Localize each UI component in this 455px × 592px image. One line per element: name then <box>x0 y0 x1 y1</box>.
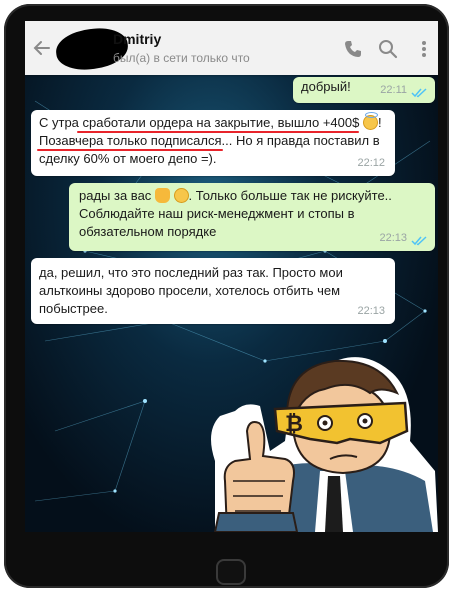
message-outgoing[interactable]: добрый! 22:11 <box>293 77 435 103</box>
chat-screen: Dmitriy был(а) в сети только что добрый!… <box>25 21 438 532</box>
message-line: С утра сработали ордера на закрытие, выш… <box>39 112 382 130</box>
bitcoin-man-sticker: ₿ <box>211 357 438 532</box>
message-line: обязательном порядке <box>79 224 217 239</box>
chat-header: Dmitriy был(а) в сети только что <box>25 21 438 75</box>
message-time: 22:13 <box>379 232 407 244</box>
phone-icon[interactable] <box>343 39 363 59</box>
svg-text:₿: ₿ <box>285 411 303 436</box>
contact-status: был(а) в сети только что <box>113 51 250 65</box>
message-time: 22:13 <box>357 305 385 317</box>
angel-emoji <box>362 112 378 130</box>
message-incoming[interactable]: да, решил, что это последний раз так. Пр… <box>31 258 395 324</box>
home-button[interactable] <box>216 559 246 585</box>
message-line: сделку 60% от моего депо =). <box>39 151 217 166</box>
search-icon[interactable] <box>378 39 398 59</box>
message-outgoing[interactable]: рады за вас . Только больше так не риску… <box>69 183 435 251</box>
smile-emoji <box>173 188 189 203</box>
message-time: 22:11 <box>380 84 407 96</box>
double-check-icon <box>411 88 427 98</box>
message-line: Соблюдайте наш риск-менеджмент и стопы в <box>79 206 355 221</box>
contact-name[interactable]: Dmitriy <box>113 31 161 47</box>
message-line: побыстрее. <box>39 301 108 316</box>
message-line: альткоины здорово просели, хотелось отби… <box>39 283 341 298</box>
message-line: рады за вас . Только больше так не риску… <box>79 188 392 203</box>
message-incoming[interactable]: С утра сработали ордера на закрытие, выш… <box>31 110 395 176</box>
back-arrow-icon[interactable] <box>31 37 53 59</box>
highlight-underline <box>77 131 359 133</box>
double-check-icon <box>411 236 427 246</box>
message-line: Позавчера только подписался... Но я прав… <box>39 133 380 148</box>
message-line: да, решил, что это последний раз так. Пр… <box>39 265 343 280</box>
tablet-frame: Dmitriy был(а) в сети только что добрый!… <box>4 4 449 588</box>
thumbs-up-emoji <box>154 188 170 203</box>
highlight-underline <box>37 149 223 151</box>
more-vertical-icon[interactable] <box>414 39 434 59</box>
message-time: 22:12 <box>357 157 385 169</box>
message-text: добрый! <box>301 79 351 94</box>
